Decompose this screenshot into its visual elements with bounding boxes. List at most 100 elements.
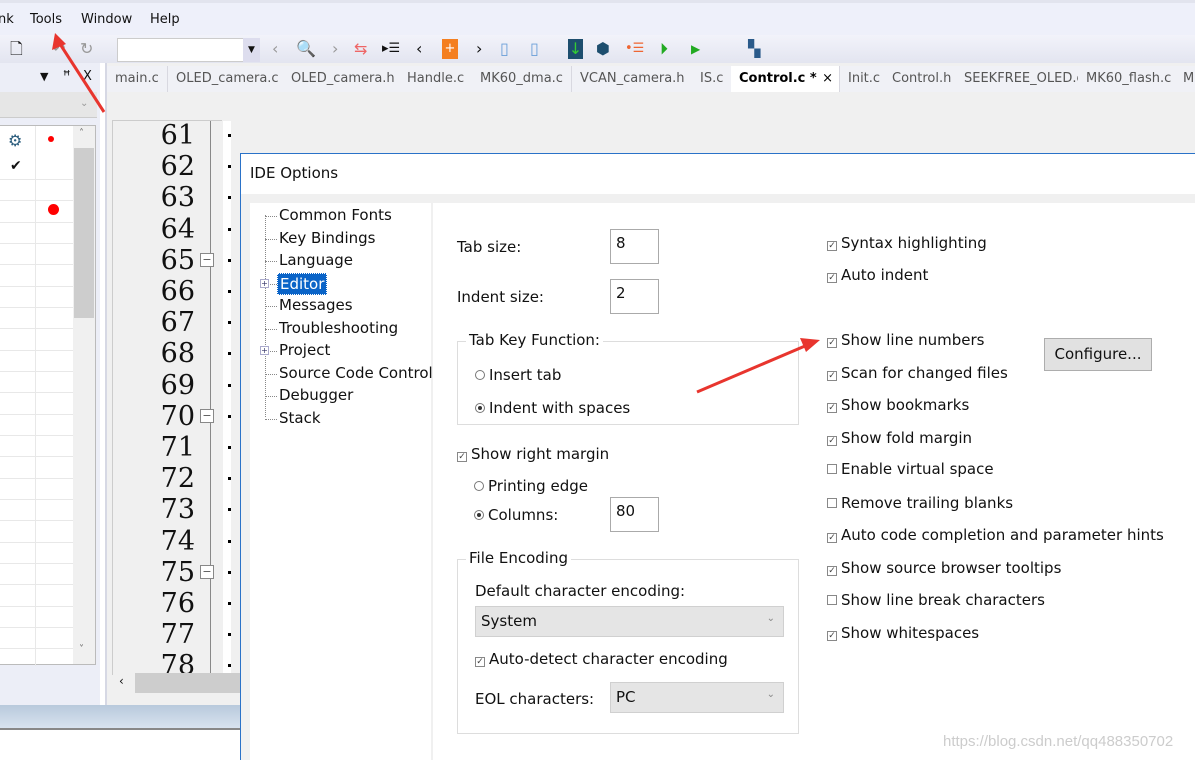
prev-page-icon[interactable]: ▯ [500,39,509,59]
option-checkbox[interactable]: ✓ Show whitespaces [827,624,979,642]
tab-more[interactable]: M [1175,66,1195,92]
whitespace-dot [228,321,231,325]
option-checkbox[interactable]: ✓ Scan for changed files [827,364,1008,382]
tree-item-editor[interactable]: Editor [277,272,328,295]
panel-header: ▼ ꟸ X [0,64,100,92]
scrollbar-thumb[interactable] [74,148,94,318]
undo-icon[interactable]: ↶ [52,39,65,59]
options-tree: Common Fonts Key Bindings Language Editor + M… [250,203,433,763]
bookmark-icon[interactable]: + [442,39,458,59]
next-page-icon[interactable]: ▯ [530,39,539,59]
tab-mk60-flash-c[interactable]: MK60_flash.c [1078,66,1181,92]
option-checkbox[interactable]: ✓ Show source browser tooltips [827,559,1061,577]
option-checkbox[interactable]: ✓ Show fold margin [827,429,972,447]
chevron-down-icon: ⌄ [766,689,775,700]
menu-link[interactable]: nk [0,12,14,27]
option-checkbox[interactable]: Show line break characters [827,591,1045,609]
tab-oled-camera-h[interactable]: OLED_camera.h [283,66,404,92]
pin-icon[interactable]: ꟸ [63,69,71,84]
ide-options-dialog: IDE Options Common Fonts Key Bindings Lang… [240,153,1195,763]
show-right-margin-checkbox[interactable]: ✓ Show right margin [457,445,609,463]
group-label: File Encoding [466,549,571,567]
option-checkbox[interactable]: ✓ Syntax highlighting [827,234,987,252]
tab-vcan-camera-h[interactable]: VCAN_camera.h [572,66,694,92]
toolbar-combo[interactable] [117,38,260,62]
line-number: 61 [160,120,195,151]
whitespace-dot [228,258,231,262]
auto-detect-checkbox[interactable]: ✓ Auto-detect character encoding [475,650,728,668]
fold-toggle-icon[interactable]: − [200,252,214,267]
debug-download-icon[interactable]: ⬢ [596,39,610,59]
line-number: 63 [160,182,195,214]
tree-item-project[interactable]: Project [279,340,330,360]
menu-bar: nk Tools Window Help [0,0,1195,35]
menu-tools[interactable]: Tools [30,12,62,27]
configuration-dropdown[interactable]: ⌄ [0,92,97,118]
option-checkbox[interactable]: Enable virtual space [827,460,994,478]
prev-bookmark-icon[interactable]: ‹ [416,39,422,59]
tab-control-c[interactable]: Control.c * × [731,66,840,92]
layout-icon[interactable]: ▚ [748,39,760,59]
tab-is-c[interactable]: IS.c [692,66,733,92]
close-icon[interactable]: X [83,69,92,84]
eol-label: EOL characters: [475,690,595,708]
editor-options: Tab size: 8 Indent size: 2 Tab Key Funct… [433,203,1195,763]
indent-spaces-radio[interactable]: Indent with spaces [475,399,630,417]
fold-toggle-icon[interactable]: − [200,564,214,579]
tab-size-input[interactable]: 8 [610,229,659,264]
tree-item-debugger[interactable]: Debugger [279,385,353,405]
back-icon[interactable]: ‹ [272,39,278,59]
swap-icon[interactable]: ⇆ [354,39,367,59]
line-number: 76 [160,588,195,619]
breakpoints-icon[interactable]: •☰ [625,39,644,59]
option-checkbox[interactable]: ✓ Auto indent [827,266,928,284]
menu-window[interactable]: Window [81,12,132,27]
new-file-icon[interactable]: 🗋 [10,39,23,59]
fold-toggle-icon[interactable]: − [200,408,214,423]
run-icon[interactable]: ⏵ [660,39,668,59]
go-icon[interactable]: ▶ [691,39,700,59]
line-number: 67 [160,307,195,339]
horizontal-scrollbar[interactable]: ‹ [113,673,243,693]
tree-item-common-fonts[interactable]: Common Fonts [279,205,392,225]
tree-item-language[interactable]: Language [279,250,353,270]
chevron-down-icon[interactable]: ▼ [243,38,260,62]
forward-icon[interactable]: › [332,39,338,59]
tab-mk60-dma-c[interactable]: MK60_dma.c [472,66,572,92]
tree-item-messages[interactable]: Messages [279,295,353,315]
eol-select[interactable]: PC ⌄ [610,682,784,713]
close-tab-icon[interactable]: × [822,66,833,92]
configure-button[interactable]: Configure... [1044,338,1152,371]
indent-icon[interactable]: ▸☰ [382,39,400,59]
tab-handle-c[interactable]: Handle.c [399,66,474,92]
tree-item-key-bindings[interactable]: Key Bindings [279,228,375,248]
columns-radio[interactable]: Columns: [474,506,558,524]
option-checkbox[interactable]: ✓ Show line numbers [827,331,984,349]
tab-seekfree-oled-c[interactable]: SEEKFREE_OLED.c [956,66,1093,92]
expand-icon[interactable]: + [260,278,269,288]
tree-item-stack[interactable]: Stack [279,408,321,428]
printing-edge-radio[interactable]: Printing edge [474,477,588,495]
expand-icon[interactable]: + [260,346,269,355]
menu-help[interactable]: Help [150,12,180,27]
tab-init-c[interactable]: Init.c [840,66,890,92]
insert-tab-radio[interactable]: Insert tab [475,366,561,384]
tree-item-troubleshooting[interactable]: Troubleshooting [279,318,398,338]
tab-main-c[interactable]: main.c [107,66,168,92]
line-number: 75 [160,556,195,588]
redo-icon[interactable]: ↻ [80,39,93,59]
whitespace-dot [228,602,231,605]
option-checkbox[interactable]: ✓ Auto code completion and parameter hint… [827,526,1164,544]
option-checkbox[interactable]: ✓ Show bookmarks [827,396,969,414]
tree-item-source-code-control[interactable]: Source Code Control [279,363,433,383]
indent-size-input[interactable]: 2 [610,279,659,314]
default-encoding-select[interactable]: System ⌄ [475,606,784,637]
tab-control-h[interactable]: Control.h [884,66,961,92]
tab-oled-camera-c[interactable]: OLED_camera.c [168,66,288,92]
panel-menu-icon[interactable]: ▼ [40,70,48,83]
find-icon[interactable]: 🔍 [296,39,316,59]
next-bookmark-icon[interactable]: › [476,39,482,59]
columns-input[interactable]: 80 [610,497,659,532]
option-checkbox[interactable]: Remove trailing blanks [827,494,1013,512]
download-icon[interactable]: ↓ [568,39,583,59]
